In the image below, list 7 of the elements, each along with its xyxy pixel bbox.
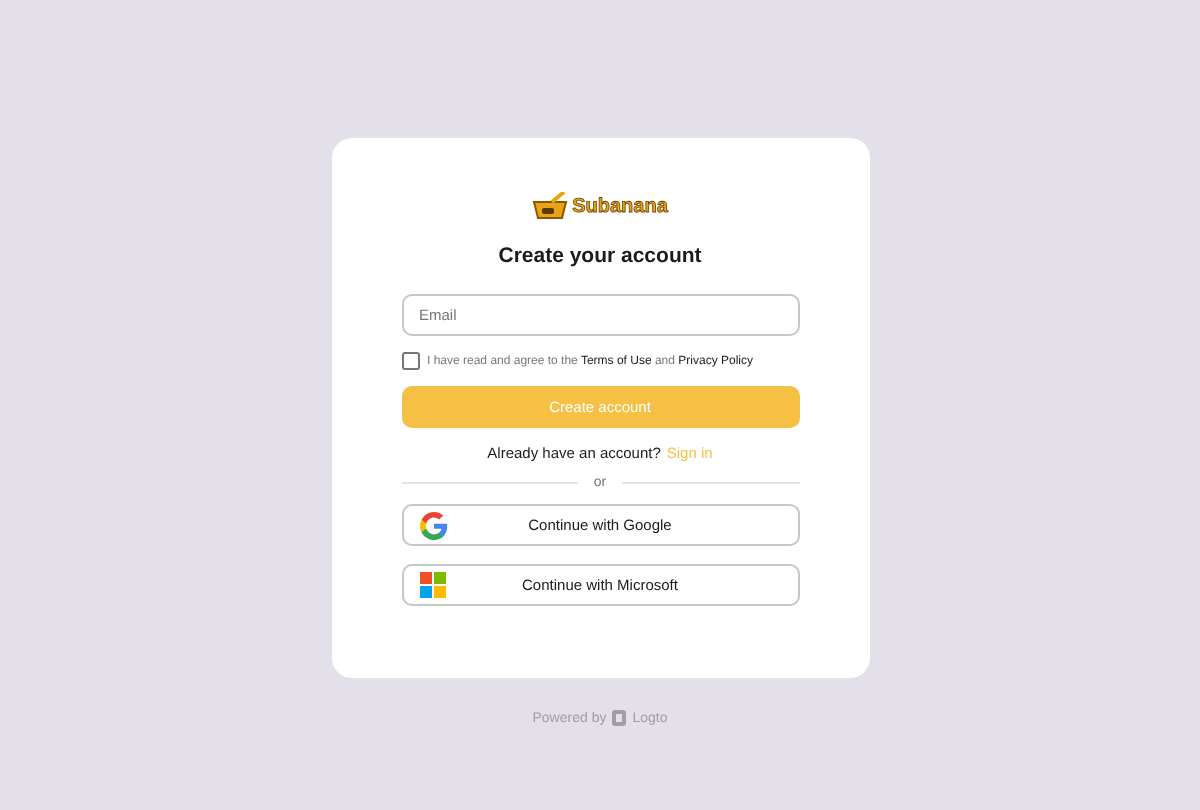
checkbox[interactable] xyxy=(401,352,419,370)
logto-logo-icon xyxy=(612,710,627,726)
brand-name: Subanana xyxy=(572,195,668,217)
microsoft-logo-icon xyxy=(419,572,445,598)
google-g-icon xyxy=(419,512,447,540)
bowl-icon xyxy=(532,192,569,220)
page-title: Create your account xyxy=(498,244,702,268)
